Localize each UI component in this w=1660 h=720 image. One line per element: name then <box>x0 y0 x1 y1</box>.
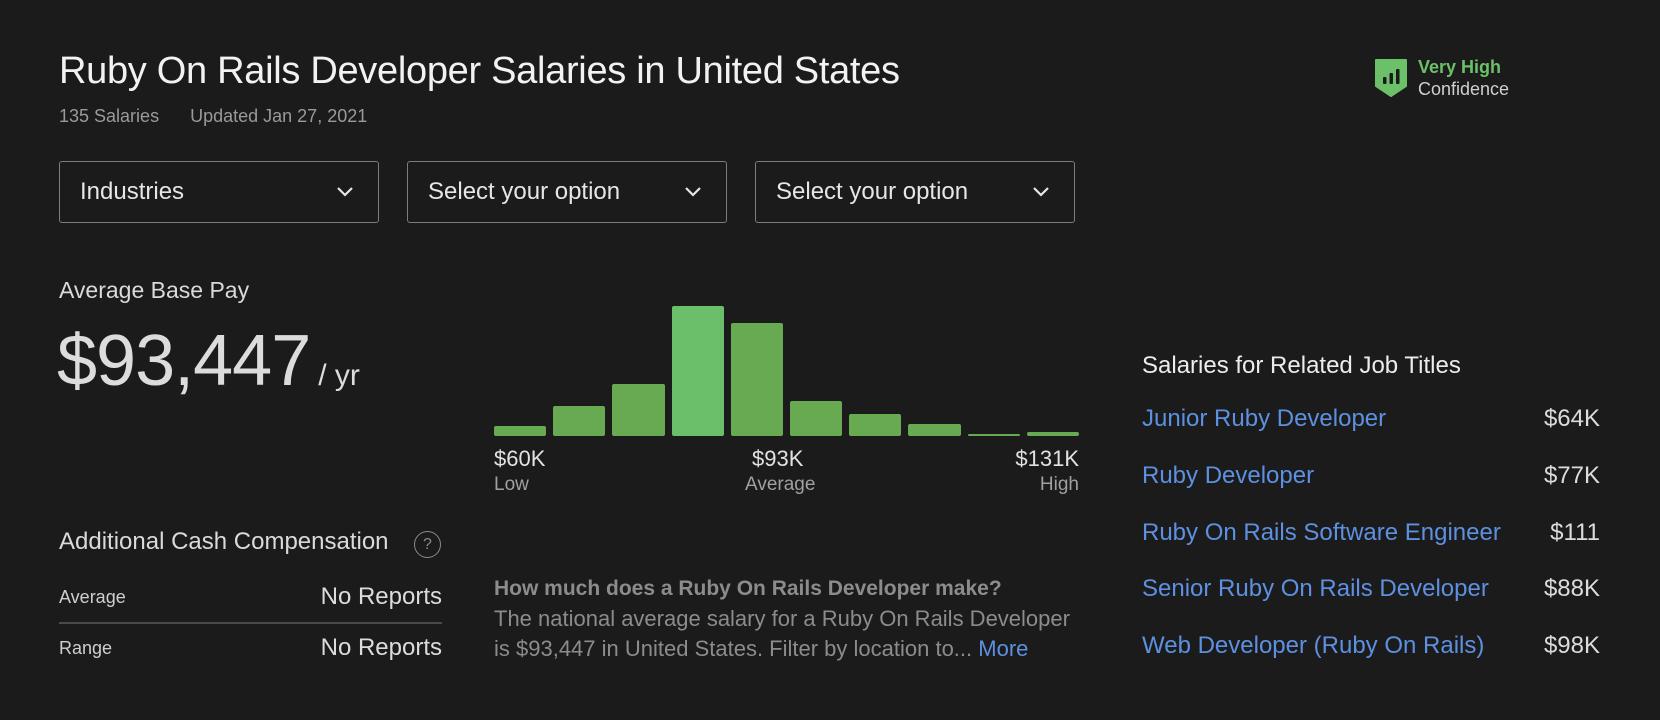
cash-row-value: No Reports <box>320 583 442 610</box>
histogram-bar <box>908 424 961 436</box>
confidence-label: Confidence <box>1418 79 1510 99</box>
divider <box>59 622 442 624</box>
histogram-bar <box>553 406 606 436</box>
related-job-row: Web Developer (Ruby On Rails) $98K <box>1142 632 1600 660</box>
related-job-salary: $77K <box>1543 462 1600 489</box>
page-title: Ruby On Rails Developer Salaries in Unit… <box>59 50 900 92</box>
related-job-salary: $111 <box>1550 519 1600 546</box>
related-job-row: Senior Ruby On Rails Developer $88K <box>1142 575 1600 603</box>
faq-question: How much does a Ruby On Rails Developer … <box>494 577 1002 600</box>
cash-row-label: Average <box>59 586 126 607</box>
histogram-bar <box>1026 432 1079 436</box>
select-value: Select your option <box>428 178 621 205</box>
additional-cash-title: Additional Cash Compensation <box>59 528 389 555</box>
average-amount: $93,447 <box>57 321 311 401</box>
histogram-bar <box>967 434 1020 436</box>
average-base-pay: $93,447/ yr <box>57 320 360 402</box>
related-job-row: Ruby Developer $77K <box>1142 462 1600 490</box>
bar-chart-shield-icon <box>1375 59 1407 97</box>
confidence-level: Very High <box>1418 57 1502 77</box>
related-job-salary: $88K <box>1543 575 1600 602</box>
question-circle-icon[interactable]: ? <box>414 531 441 558</box>
cash-row-label: Range <box>59 637 113 658</box>
industries-select[interactable]: Industries <box>59 161 379 223</box>
related-job-link[interactable]: Junior Ruby Developer <box>1142 405 1386 433</box>
confidence-badge: Very High Confidence <box>1374 56 1509 100</box>
related-job-link[interactable]: Ruby Developer <box>1142 462 1314 490</box>
histogram-bar <box>494 425 547 436</box>
high-label: High <box>1039 474 1079 495</box>
related-job-row: Junior Ruby Developer $64K <box>1142 405 1600 433</box>
average-value: $93K <box>752 446 804 471</box>
salary-histogram <box>494 300 1079 436</box>
select-value: Select your option <box>776 178 969 205</box>
histogram-bar <box>790 400 843 436</box>
chevron-down-icon <box>1033 187 1049 197</box>
average-base-pay-label: Average Base Pay <box>59 277 250 303</box>
average-label: Average <box>745 474 816 495</box>
more-link[interactable]: More <box>978 636 1028 661</box>
related-job-link[interactable]: Web Developer (Ruby On Rails) <box>1142 632 1484 660</box>
cash-row-range: Range No Reports <box>59 634 442 662</box>
related-job-link[interactable]: Ruby On Rails Software Engineer <box>1142 519 1501 547</box>
high-value: $131K <box>1015 446 1079 471</box>
low-label: Low <box>494 474 529 495</box>
related-job-row: Ruby On Rails Software Engineer $111 <box>1142 519 1600 547</box>
chevron-down-icon <box>337 187 353 197</box>
filter-select-2[interactable]: Select your option <box>407 161 727 223</box>
average-unit: / yr <box>318 359 360 392</box>
histogram-bar <box>671 306 724 436</box>
related-jobs-title: Salaries for Related Job Titles <box>1142 352 1461 379</box>
low-value: $60K <box>494 446 546 471</box>
select-value: Industries <box>80 178 185 205</box>
related-job-link[interactable]: Senior Ruby On Rails Developer <box>1142 575 1489 603</box>
related-job-salary: $64K <box>1543 405 1600 432</box>
histogram-bar <box>730 322 783 436</box>
faq-block: How much does a Ruby On Rails Developer … <box>494 574 1074 664</box>
histogram-axis-labels: $60K Low $93K Average $131K High <box>494 446 1079 498</box>
histogram-bar <box>612 384 665 436</box>
salary-count: 135 Salaries <box>59 106 160 126</box>
page-meta: 135 Salaries Updated Jan 27, 2021 <box>59 106 367 127</box>
cash-row-value: No Reports <box>320 634 442 661</box>
filter-select-3[interactable]: Select your option <box>755 161 1075 223</box>
related-job-salary: $98K <box>1543 632 1600 659</box>
chevron-down-icon <box>685 187 701 197</box>
histogram-bar <box>849 413 902 436</box>
cash-row-average: Average No Reports <box>59 583 442 611</box>
updated-date: Updated Jan 27, 2021 <box>190 106 368 126</box>
